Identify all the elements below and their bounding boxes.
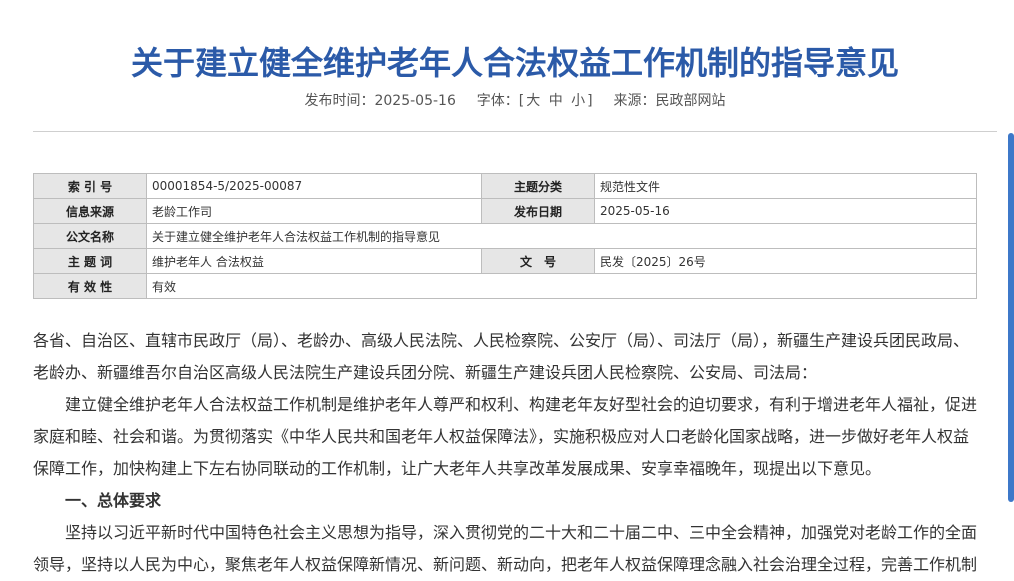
- publish-date-label: 发布日期: [481, 198, 595, 224]
- article-page: 关于建立健全维护老年人合法权益工作机制的指导意见 发布时间：2025-05-16…: [0, 0, 1014, 574]
- info-row: 索 引 号 00001854-5/2025-00087 主题分类 规范性文件: [33, 173, 977, 199]
- source-value: 民政部网站: [655, 93, 726, 109]
- source-label: 来源：: [613, 93, 656, 109]
- section-heading: 一、总体要求: [65, 491, 162, 510]
- publish-time-label: 发布时间：: [304, 93, 375, 109]
- keywords-value: 维护老年人 合法权益: [146, 248, 482, 274]
- index-number-label: 索 引 号: [33, 173, 147, 199]
- category-value: 规范性文件: [594, 173, 977, 199]
- validity-label: 有 效 性: [33, 273, 147, 299]
- info-row: 公文名称 关于建立健全维护老年人合法权益工作机制的指导意见: [33, 223, 977, 249]
- doc-name-label: 公文名称: [33, 223, 147, 249]
- font-medium-button[interactable]: 中: [547, 90, 565, 110]
- info-row: 信息来源 老龄工作司 发布日期 2025-05-16: [33, 198, 977, 224]
- info-source-value: 老龄工作司: [146, 198, 482, 224]
- page-scrollbar[interactable]: [1006, 0, 1014, 572]
- font-small-button[interactable]: 小: [569, 90, 587, 110]
- document-info-table: 索 引 号 00001854-5/2025-00087 主题分类 规范性文件 信…: [33, 173, 977, 299]
- doc-name-value: 关于建立健全维护老年人合法权益工作机制的指导意见: [146, 223, 977, 249]
- font-size-label: 字体：: [476, 93, 519, 109]
- scrollbar-thumb[interactable]: [1008, 133, 1014, 502]
- doc-number-label: 文 号: [481, 248, 595, 274]
- section-paragraph: 坚持以习近平新时代中国特色社会主义思想为指导，深入贯彻党的二十大和二十届二中、三…: [33, 523, 978, 574]
- validity-value: 有效: [146, 273, 977, 299]
- addressees-paragraph: 各省、自治区、直辖市民政厅（局）、老龄办、高级人民法院、人民检察院、公安厅（局）…: [33, 331, 970, 382]
- info-row: 主 题 词 维护老年人 合法权益 文 号 民发〔2025〕26号: [33, 248, 977, 274]
- info-row: 有 效 性 有效: [33, 273, 977, 299]
- doc-number-value: 民发〔2025〕26号: [594, 248, 977, 274]
- publish-date-value: 2025-05-16: [594, 198, 977, 224]
- font-size-close-bracket: ]: [587, 93, 593, 109]
- font-large-button[interactable]: 大: [524, 90, 542, 110]
- title-divider: [33, 131, 997, 132]
- intro-paragraph: 建立健全维护老年人合法权益工作机制是维护老年人尊严和权利、构建老年友好型社会的迫…: [33, 395, 978, 478]
- article-meta: 发布时间：2025-05-16 字体：[大 中 小] 来源：民政部网站: [0, 90, 1014, 110]
- article-title: 关于建立健全维护老年人合法权益工作机制的指导意见: [130, 44, 899, 82]
- info-source-label: 信息来源: [33, 198, 147, 224]
- keywords-label: 主 题 词: [33, 248, 147, 274]
- category-label: 主题分类: [481, 173, 595, 199]
- publish-time-value: 2025-05-16: [374, 93, 456, 109]
- article-body: 各省、自治区、直辖市民政厅（局）、老龄办、高级人民法院、人民检察院、公安厅（局）…: [33, 325, 979, 581]
- index-number-value: 00001854-5/2025-00087: [146, 173, 482, 199]
